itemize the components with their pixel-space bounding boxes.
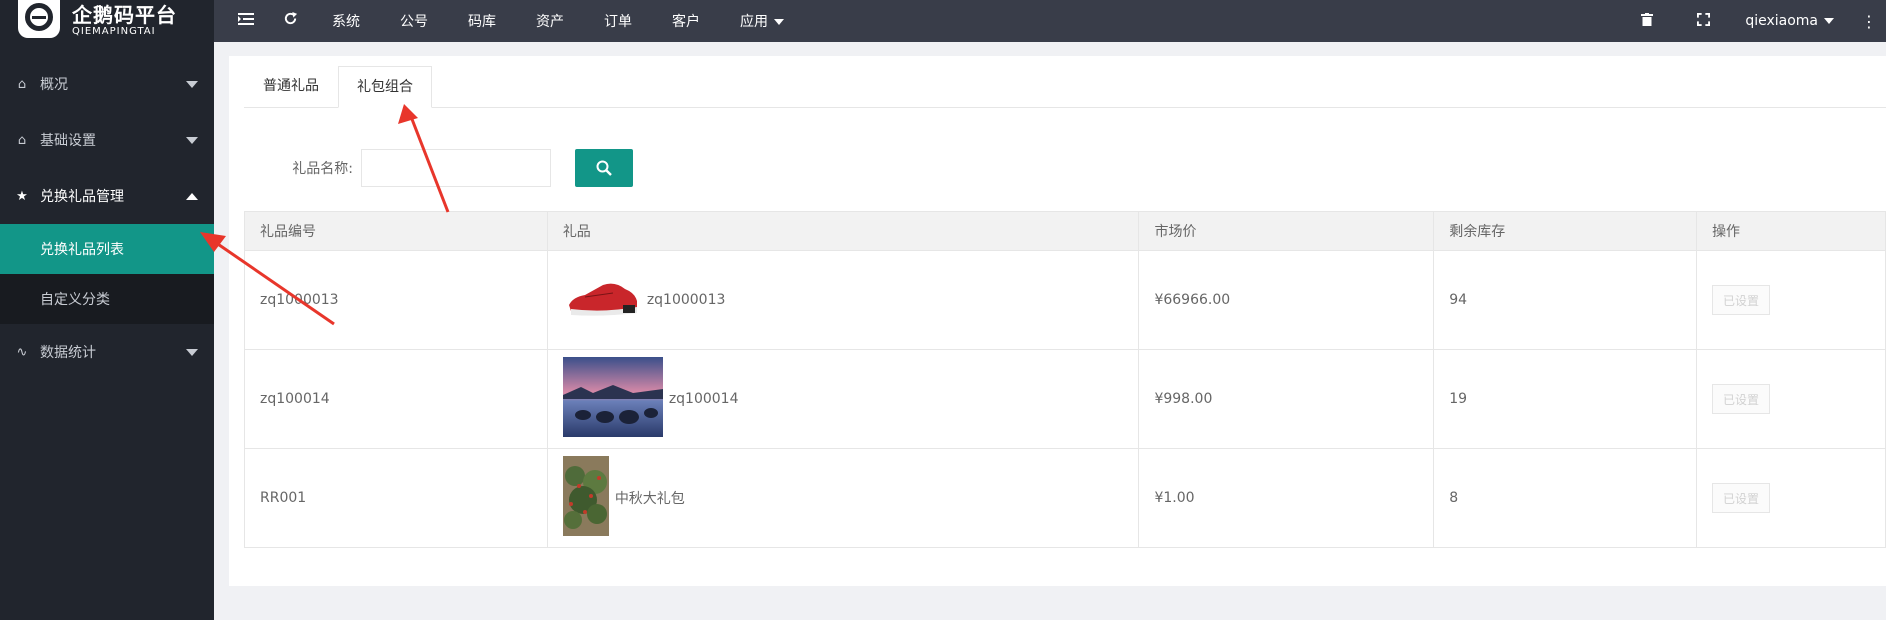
- sidebar-item-basic-settings[interactable]: ⌂ 基础设置: [0, 112, 214, 168]
- sidebar-item-label: 基础设置: [40, 133, 96, 149]
- fullscreen-icon[interactable]: [1675, 11, 1731, 31]
- cell-id: zq100014: [244, 349, 548, 449]
- search-label: 礼品名称:: [292, 161, 353, 177]
- col-header-gift[interactable]: 礼品: [546, 211, 1140, 251]
- configured-button[interactable]: 已设置: [1712, 285, 1771, 315]
- logo: 企鹅码平台 QIEMAPINGTAI: [0, 0, 214, 42]
- chevron-down-icon: [186, 137, 198, 144]
- gift-table: 礼品编号 礼品 市场价 剩余库存 操作 zq1000013 zq1000013 …: [244, 211, 1886, 548]
- caret-down-icon: [774, 19, 784, 25]
- brand-name-en: QIEMAPINGTAI: [72, 26, 156, 37]
- cell-price: ¥1.00: [1138, 448, 1435, 548]
- search-form: 礼品名称:: [269, 148, 633, 188]
- topnav-customers[interactable]: 客户: [652, 11, 720, 31]
- sidebar-item-custom-category[interactable]: 自定义分类: [0, 274, 214, 324]
- tab-gift-bundle[interactable]: 礼包组合: [338, 66, 432, 108]
- topnav-system[interactable]: 系统: [312, 11, 380, 31]
- user-menu[interactable]: qiexiaoma: [1731, 13, 1852, 29]
- sidebar-item-gift-list[interactable]: 兑换礼品列表: [0, 224, 214, 274]
- configured-button[interactable]: 已设置: [1712, 384, 1771, 414]
- gift-name: 中秋大礼包: [614, 491, 685, 507]
- topnav-apps[interactable]: 应用: [720, 11, 804, 31]
- chevron-down-icon: [186, 349, 198, 356]
- table-row: zq100014 zq100014 ¥998.00 19 已设置: [244, 349, 1886, 449]
- tab-bar: 普通礼品 礼包组合: [244, 66, 1886, 108]
- sidebar-item-label: 数据统计: [40, 345, 96, 361]
- sidebar: 企鹅码平台 QIEMAPINGTAI ⌂ 概况 ⌂ 基础设置 ★ 兑换礼品管理 …: [0, 0, 214, 620]
- gift-name-input[interactable]: [361, 149, 551, 187]
- col-header-action[interactable]: 操作: [1696, 211, 1886, 251]
- cell-id: zq1000013: [244, 250, 548, 350]
- topnav-codebase[interactable]: 码库: [448, 11, 516, 31]
- table-row: zq1000013 zq1000013 ¥66966.00 94 已设置: [244, 250, 1886, 350]
- topnav-orders[interactable]: 订单: [584, 11, 652, 31]
- topnav-apps-label: 应用: [740, 14, 768, 30]
- chevron-down-icon: [186, 81, 198, 88]
- sidebar-item-label: 兑换礼品管理: [40, 189, 124, 205]
- search-button[interactable]: [575, 149, 633, 187]
- shoe-thumbnail: [562, 275, 641, 325]
- content-panel: 普通礼品 礼包组合 礼品名称: 礼品编号 礼品 市场价 剩余库存 操作 zq10…: [229, 56, 1886, 586]
- home-icon: ⌂: [17, 132, 27, 148]
- sidebar-item-statistics[interactable]: ∿ 数据统计: [0, 324, 214, 380]
- logo-icon: [18, 0, 60, 38]
- tab-normal-gift[interactable]: 普通礼品: [244, 66, 338, 107]
- star-icon: ★: [16, 188, 28, 204]
- cell-id: RR001: [244, 448, 548, 548]
- gift-name: zq1000013: [646, 292, 726, 308]
- gift-name: zq100014: [668, 391, 739, 407]
- sidebar-item-gift-management[interactable]: ★ 兑换礼品管理: [0, 168, 214, 224]
- username: qiexiaoma: [1745, 13, 1818, 29]
- refresh-icon[interactable]: [268, 11, 312, 31]
- sidebar-item-overview[interactable]: ⌂ 概况: [0, 56, 214, 112]
- home-icon: ⌂: [17, 76, 27, 92]
- col-header-id[interactable]: 礼品编号: [244, 211, 548, 251]
- table-header-row: 礼品编号 礼品 市场价 剩余库存 操作: [244, 211, 1886, 251]
- caret-down-icon: [1824, 18, 1834, 24]
- plant-thumbnail: [562, 456, 609, 540]
- col-header-price[interactable]: 市场价: [1138, 211, 1435, 251]
- menu-toggle-icon[interactable]: [224, 11, 268, 31]
- chevron-up-icon: [186, 193, 198, 200]
- topnav-account[interactable]: 公号: [380, 11, 448, 31]
- search-icon: [596, 160, 612, 176]
- brand-name-cn: 企鹅码平台: [72, 3, 177, 27]
- topbar: 系统 公号 码库 资产 订单 客户 应用 qiexiaoma ⋮: [214, 0, 1886, 42]
- col-header-stock[interactable]: 剩余库存: [1433, 211, 1698, 251]
- table-row: RR001 中秋大礼包 ¥1.00 8 已设置: [244, 448, 1886, 548]
- topnav-assets[interactable]: 资产: [516, 11, 584, 31]
- trash-icon[interactable]: [1619, 11, 1675, 31]
- sidebar-submenu: 兑换礼品列表 自定义分类: [0, 224, 214, 324]
- cell-stock: 8: [1433, 448, 1698, 548]
- cell-price: ¥66966.00: [1138, 250, 1435, 350]
- cell-stock: 19: [1433, 349, 1698, 449]
- more-icon[interactable]: ⋮: [1852, 12, 1886, 31]
- cell-price: ¥998.00: [1138, 349, 1435, 449]
- configured-button[interactable]: 已设置: [1712, 483, 1771, 513]
- cell-stock: 94: [1433, 250, 1698, 350]
- sidebar-item-label: 概况: [40, 77, 68, 93]
- pulse-icon: ∿: [16, 344, 28, 360]
- lake-thumbnail: [562, 357, 663, 441]
